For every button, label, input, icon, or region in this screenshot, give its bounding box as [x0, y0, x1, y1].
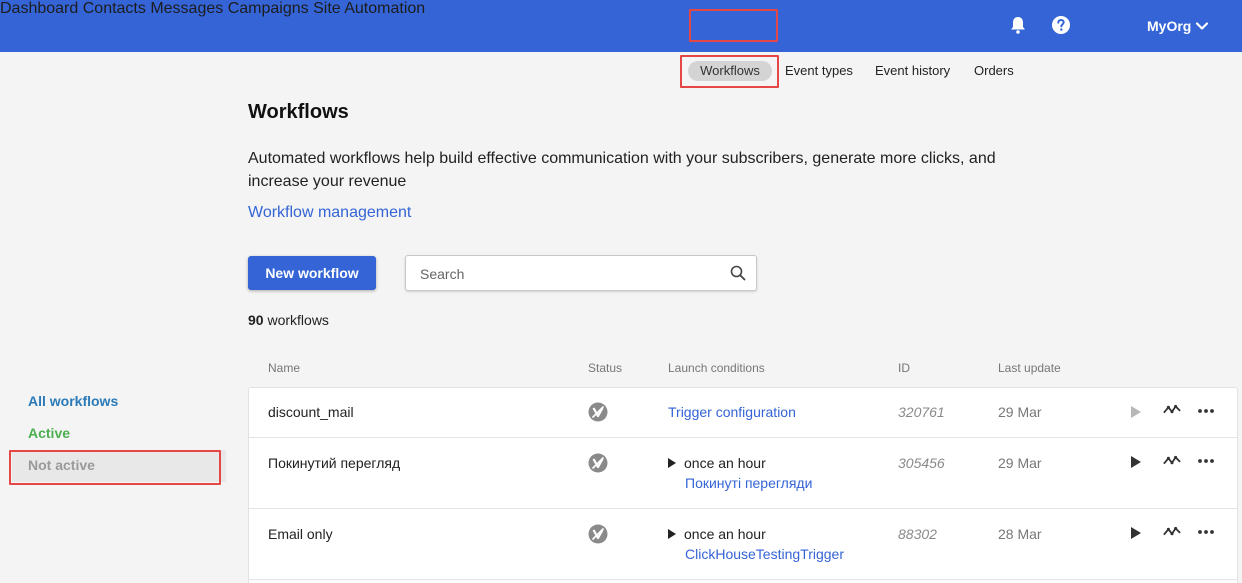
workflow-count-number: 90 — [248, 312, 264, 328]
workflow-id: 88302 — [898, 526, 937, 542]
launch-arrow-icon — [668, 529, 676, 539]
org-selector-label[interactable]: MyOrg — [1147, 18, 1191, 34]
column-header-last-update[interactable]: Last update — [998, 361, 1061, 375]
workflow-management-link[interactable]: Workflow management — [248, 204, 411, 222]
launch-link[interactable]: Покинуті перегляди — [685, 475, 812, 491]
row-divider — [248, 437, 1238, 438]
nav-site[interactable]: Site — [313, 0, 341, 17]
inactive-status-icon — [588, 402, 608, 422]
nav-automation-highlight — [689, 9, 778, 42]
filter-active[interactable]: Active — [28, 425, 70, 441]
chevron-down-icon[interactable] — [1195, 19, 1209, 33]
last-update: 29 Mar — [998, 404, 1042, 420]
launch-link[interactable]: Trigger configuration — [668, 404, 796, 420]
page-intro: Automated workflows help build effective… — [248, 150, 996, 190]
workflow-count-label: workflows — [267, 312, 329, 328]
column-header-name[interactable]: Name — [268, 361, 300, 375]
row-divider — [248, 508, 1238, 509]
search-input[interactable] — [420, 264, 720, 284]
play-icon[interactable] — [1128, 526, 1146, 540]
top-navigation-bar: Dashboard Contacts Messages Campaigns Si… — [0, 0, 1242, 52]
launch-link[interactable]: ClickHouseTestingTrigger — [685, 546, 844, 562]
help-icon[interactable] — [1051, 15, 1071, 35]
workflow-count: 90 workflows — [248, 312, 329, 328]
column-header-launch-conditions[interactable]: Launch conditions — [668, 361, 765, 375]
statistics-icon[interactable] — [1163, 454, 1181, 468]
subtab-orders[interactable]: Orders — [974, 63, 1014, 78]
workflow-id: 320761 — [898, 404, 945, 420]
page-title: Workflows — [248, 101, 349, 123]
filter-all-workflows[interactable]: All workflows — [28, 393, 118, 409]
nav-contacts[interactable]: Contacts — [83, 0, 146, 17]
subtab-workflows-highlight — [680, 55, 779, 88]
workflow-id: 305456 — [898, 455, 945, 471]
more-options-icon[interactable] — [1197, 404, 1215, 418]
more-options-icon[interactable] — [1197, 525, 1215, 539]
nav-campaigns[interactable]: Campaigns — [228, 0, 309, 17]
play-icon[interactable] — [1128, 455, 1146, 469]
new-workflow-button[interactable]: New workflow — [248, 256, 376, 290]
bell-icon[interactable] — [1008, 15, 1028, 35]
workflow-name[interactable]: Email only — [268, 526, 333, 542]
play-icon[interactable] — [1128, 405, 1146, 419]
subtab-event-types[interactable]: Event types — [785, 63, 853, 78]
search-box — [405, 255, 757, 291]
row-divider — [248, 579, 1238, 580]
inactive-status-icon — [588, 524, 608, 544]
subtab-event-history[interactable]: Event history — [875, 63, 950, 78]
launch-frequency: once an hour — [684, 455, 766, 471]
statistics-icon[interactable] — [1163, 525, 1181, 539]
nav-dashboard[interactable]: Dashboard — [0, 0, 78, 17]
nav-automation[interactable]: Automation — [344, 0, 425, 17]
column-header-id[interactable]: ID — [898, 361, 910, 375]
workflow-name[interactable]: discount_mail — [268, 404, 354, 420]
column-header-status[interactable]: Status — [588, 361, 622, 375]
filter-not-active-highlight — [9, 450, 221, 485]
launch-frequency: once an hour — [684, 526, 766, 542]
launch-arrow-icon — [668, 458, 676, 468]
search-icon[interactable] — [730, 265, 746, 281]
nav-messages[interactable]: Messages — [150, 0, 223, 17]
more-options-icon[interactable] — [1197, 454, 1215, 468]
statistics-icon[interactable] — [1163, 403, 1181, 417]
workflow-name[interactable]: Покинутий перегляд — [268, 455, 400, 471]
last-update: 29 Mar — [998, 455, 1042, 471]
inactive-status-icon — [588, 453, 608, 473]
last-update: 28 Mar — [998, 526, 1042, 542]
